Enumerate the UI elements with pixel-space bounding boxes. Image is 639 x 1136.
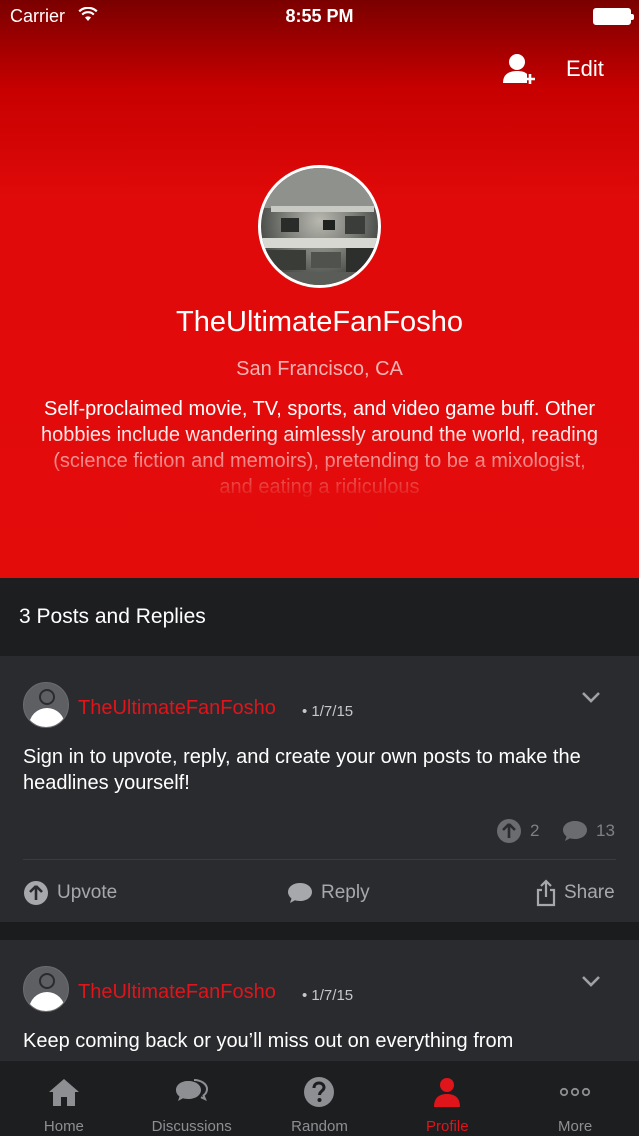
tab-home[interactable]: Home bbox=[0, 1061, 128, 1136]
status-time: 8:55 PM bbox=[285, 6, 354, 26]
comment-count: 13 bbox=[562, 818, 615, 844]
tab-bar: Home Discussions Random Profile More bbox=[0, 1060, 639, 1136]
more-icon bbox=[559, 1087, 591, 1097]
avatar[interactable] bbox=[23, 966, 69, 1012]
reply-button[interactable]: Reply bbox=[287, 878, 370, 908]
upvote-count-value: 2 bbox=[530, 821, 540, 840]
avatar-photo bbox=[261, 168, 378, 285]
post-card[interactable]: TheUltimateFanFosho • 1/7/15 Sign in to … bbox=[0, 656, 639, 922]
tab-more[interactable]: More bbox=[511, 1061, 639, 1136]
tab-label: More bbox=[557, 1118, 593, 1135]
profile-location: San Francisco, CA bbox=[236, 358, 403, 380]
home-icon bbox=[48, 1079, 79, 1106]
post-text[interactable]: Sign in to upvote, reply, and create you… bbox=[23, 744, 623, 796]
post-date: • 1/7/15 bbox=[302, 703, 354, 720]
chevron-down-icon[interactable] bbox=[581, 690, 601, 704]
profile-username: TheUltimateFanFosho bbox=[176, 306, 463, 338]
post-text[interactable]: Keep coming back or you’ll miss out on e… bbox=[23, 1028, 623, 1054]
divider bbox=[23, 859, 616, 860]
share-icon bbox=[536, 879, 556, 907]
share-label: Share bbox=[564, 882, 615, 903]
profile-header: Carrier 8:55 PM Edit TheUltimateFanFosho bbox=[0, 0, 639, 578]
tab-label: Profile bbox=[426, 1118, 469, 1135]
post-date: • 1/7/15 bbox=[302, 987, 354, 1004]
profile-bio[interactable]: Self-proclaimed movie, TV, sports, and v… bbox=[40, 396, 599, 498]
chevron-down-icon[interactable] bbox=[581, 974, 601, 988]
upvote-icon bbox=[497, 819, 521, 843]
upvote-label: Upvote bbox=[57, 882, 118, 903]
tab-profile[interactable]: Profile bbox=[383, 1061, 511, 1136]
edit-button[interactable]: Edit bbox=[566, 56, 604, 82]
post-card[interactable]: TheUltimateFanFosho • 1/7/15 Keep coming… bbox=[0, 940, 639, 1070]
tab-discussions[interactable]: Discussions bbox=[128, 1061, 256, 1136]
upvote-count: 2 bbox=[496, 818, 539, 844]
tab-label: Home bbox=[43, 1118, 84, 1135]
tab-random[interactable]: Random bbox=[256, 1061, 384, 1136]
avatar[interactable] bbox=[23, 682, 69, 728]
post-author[interactable]: TheUltimateFanFosho bbox=[78, 697, 276, 720]
post-author[interactable]: TheUltimateFanFosho bbox=[78, 981, 276, 1004]
comment-count-value: 13 bbox=[596, 821, 615, 840]
posts-count-title: 3 Posts and Replies bbox=[19, 605, 206, 628]
discussions-icon bbox=[175, 1079, 208, 1101]
add-friend-icon[interactable] bbox=[502, 52, 538, 86]
share-button[interactable]: Share bbox=[536, 878, 615, 908]
reply-icon bbox=[288, 883, 312, 903]
profile-icon bbox=[434, 1078, 461, 1107]
comment-icon bbox=[563, 821, 587, 841]
profile-avatar bbox=[258, 165, 381, 288]
reply-label: Reply bbox=[321, 882, 370, 903]
tab-label: Discussions bbox=[151, 1118, 232, 1135]
tab-label: Random bbox=[291, 1118, 348, 1135]
upvote-button[interactable]: Upvote bbox=[23, 878, 117, 908]
status-bar: Carrier 8:55 PM bbox=[0, 0, 639, 34]
question-icon bbox=[304, 1077, 335, 1107]
posts-section-header: 3 Posts and Replies bbox=[0, 578, 639, 656]
battery-icon bbox=[593, 8, 634, 25]
upvote-icon bbox=[24, 881, 48, 905]
